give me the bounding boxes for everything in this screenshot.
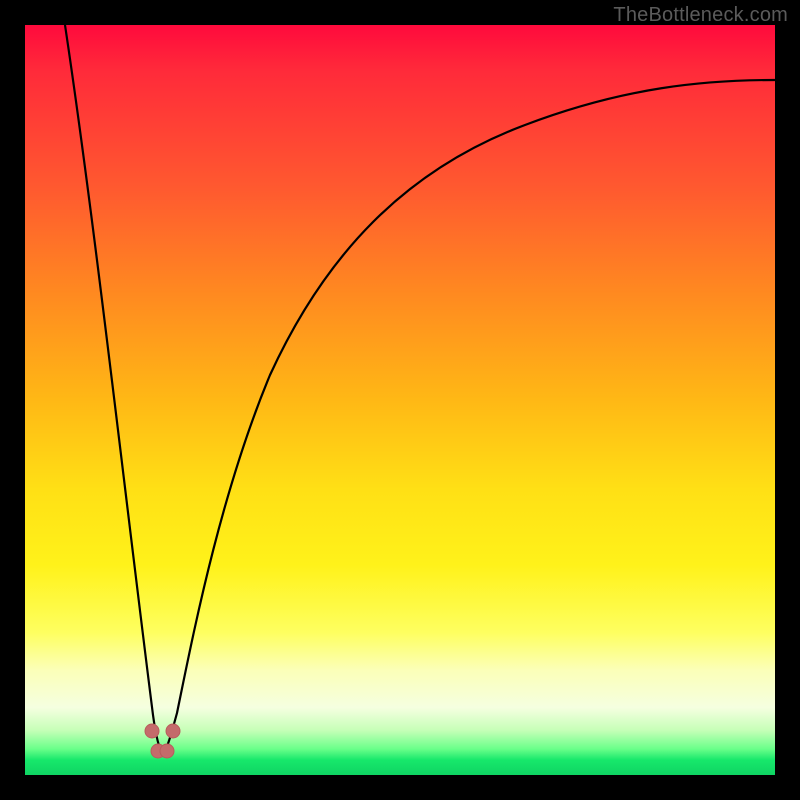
- marker-dot: [166, 724, 180, 738]
- watermark-text: TheBottleneck.com: [613, 4, 788, 27]
- marker-dot: [160, 744, 174, 758]
- marker-dot: [145, 724, 159, 738]
- plot-area: [25, 25, 775, 775]
- curve-left-branch: [65, 25, 163, 755]
- chart-frame: TheBottleneck.com: [0, 0, 800, 800]
- bottleneck-curve: [25, 25, 775, 775]
- curve-right-branch: [163, 80, 775, 755]
